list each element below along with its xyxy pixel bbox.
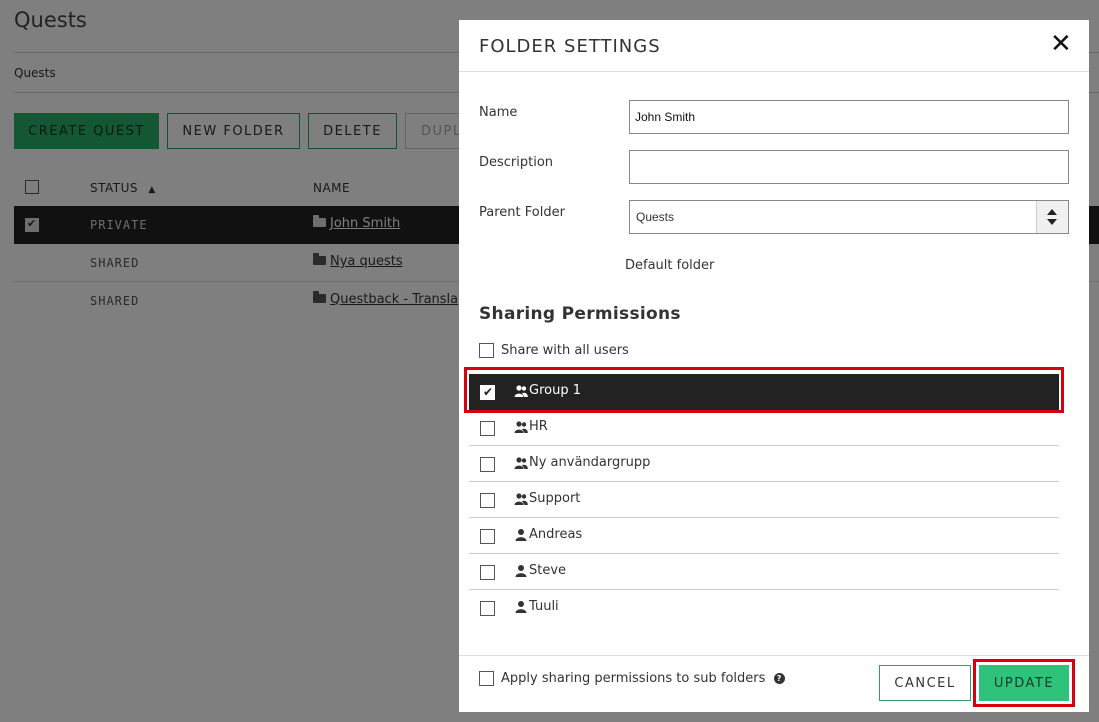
permission-item-steve[interactable]: Steve [469,554,1059,590]
cancel-button[interactable]: CANCEL [879,665,971,701]
permission-name: Andreas [529,527,583,542]
select-arrows-icon[interactable] [1036,201,1068,233]
arrow-up-icon [1047,209,1057,215]
permission-checkbox[interactable] [480,457,495,472]
permission-item-andreas[interactable]: Andreas [469,518,1059,554]
group-icon [514,493,528,505]
dialog-header: FOLDER SETTINGS ✕ [459,20,1089,72]
user-icon [515,565,527,577]
permission-item-support[interactable]: Support [469,482,1059,518]
permission-name: Tuuli [529,599,559,614]
permission-checkbox[interactable] [480,565,495,580]
apply-subfolders-label: Apply sharing permissions to sub folders [501,671,766,686]
user-icon [515,601,527,613]
permission-checkbox[interactable] [480,493,495,508]
permission-name: Ny användargrupp [529,455,651,470]
permission-checkbox[interactable] [480,421,495,436]
share-all-checkbox[interactable] [479,343,494,358]
sharing-permissions-heading: Sharing Permissions [479,304,681,324]
group-icon [514,457,528,469]
dialog-title: FOLDER SETTINGS [479,36,661,57]
group-icon [514,421,528,433]
apply-subfolders-label-wrap: Apply sharing permissions to sub folders… [501,671,785,686]
highlight-box [464,367,1064,413]
parent-folder-value: Quests [636,210,675,224]
default-folder-hint: Default folder [625,258,715,273]
permission-name: Support [529,491,581,506]
permission-name: Steve [529,563,567,578]
arrow-down-icon [1047,219,1057,225]
user-icon [515,529,527,541]
permission-item-tuuli[interactable]: Tuuli [469,590,1059,626]
permission-checkbox[interactable] [480,529,495,544]
description-field[interactable] [629,150,1069,184]
name-field[interactable] [629,100,1069,134]
close-icon[interactable]: ✕ [1050,30,1072,58]
share-all-label: Share with all users [501,343,629,358]
apply-subfolders-checkbox[interactable] [479,671,494,686]
permission-checkbox[interactable] [480,601,495,616]
footer-divider [459,655,1089,656]
permission-item-ny-anvandargrupp[interactable]: Ny användargrupp [469,446,1059,482]
parent-folder-label: Parent Folder [479,205,565,220]
name-label: Name [479,105,518,120]
help-icon[interactable]: ? [773,673,785,684]
permission-name: HR [529,419,548,434]
description-label: Description [479,155,554,170]
parent-folder-select[interactable]: Quests [629,200,1069,234]
folder-settings-dialog: FOLDER SETTINGS ✕ Name Description Paren… [459,20,1089,712]
permission-item-hr[interactable]: HR [469,410,1059,446]
highlight-box [973,659,1075,707]
